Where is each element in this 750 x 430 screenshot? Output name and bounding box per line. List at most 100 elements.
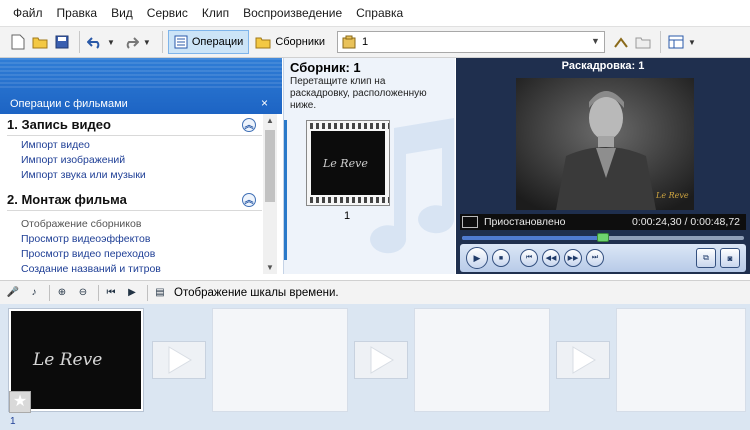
audio-levels-icon[interactable]: ♪ — [25, 284, 43, 302]
collection-description: Перетащите клип на раскадровку, располож… — [290, 76, 427, 111]
svg-text:Le Reve: Le Reve — [32, 350, 102, 370]
film-holes — [307, 197, 389, 203]
undo-icon[interactable] — [85, 32, 105, 52]
redo-icon[interactable] — [121, 32, 141, 52]
timeline-view-icon[interactable]: ▤ — [151, 284, 169, 302]
show-collections-link[interactable]: Отображение сборников — [7, 217, 262, 232]
import-audio-link[interactable]: Импорт звука или музыки — [7, 168, 262, 183]
close-icon[interactable]: × — [261, 96, 268, 110]
save-project-icon[interactable] — [52, 32, 72, 52]
storyboard-empty-slot[interactable] — [616, 308, 746, 412]
play-storyboard-icon[interactable]: ▶ — [123, 284, 141, 302]
storyboard-empty-slot[interactable] — [414, 308, 550, 412]
video-frame: Le Reve — [516, 78, 694, 210]
zoom-out-icon[interactable]: ⊖ — [74, 284, 92, 302]
seek-bar[interactable] — [462, 233, 744, 242]
seek-handle[interactable] — [597, 233, 609, 242]
menu-edit[interactable]: Правка — [50, 6, 105, 20]
play-button[interactable]: ▶ — [466, 247, 488, 269]
movie-tasks-pane: Операции с фильмами × 1. Запись видео ︽ … — [0, 58, 282, 274]
view-mode-icon[interactable] — [666, 32, 686, 52]
folder-icon — [255, 37, 271, 48]
playback-status: Приостановлено — [484, 216, 566, 228]
rewind-button[interactable]: ◀◀ — [542, 249, 560, 267]
transition-slot[interactable] — [354, 341, 408, 379]
collections-button[interactable]: Сборники — [249, 30, 331, 54]
selection-bar — [284, 120, 287, 260]
open-project-icon[interactable] — [30, 32, 50, 52]
film-holes — [307, 123, 389, 129]
clip-index: 1 — [10, 416, 16, 427]
scroll-down-icon[interactable]: ▼ — [266, 263, 274, 272]
view-mode-dropdown-icon[interactable]: ▼ — [688, 38, 696, 47]
stop-button[interactable]: ■ — [492, 249, 510, 267]
edit-movie-section: 2. Монтаж фильма ︽ Отображение сборников… — [0, 189, 262, 274]
split-clip-button[interactable]: ⧉ — [696, 248, 716, 268]
menu-file[interactable]: Файл — [6, 6, 50, 20]
clip-thumbnail[interactable]: Le Reve — [306, 120, 390, 206]
import-video-link[interactable]: Импорт видео — [7, 138, 262, 153]
operations-button[interactable]: Операции — [167, 30, 250, 54]
section-header[interactable]: 1. Запись видео ︽ — [7, 114, 262, 136]
scrollbar-thumb[interactable] — [265, 130, 275, 202]
previous-frame-button[interactable]: ⏮ — [520, 249, 538, 267]
new-collection-icon[interactable] — [633, 32, 653, 52]
transition-slot[interactable] — [556, 341, 610, 379]
collection-select-value: 1 — [361, 36, 369, 48]
storyboard-clip[interactable]: Le Reve ★ — [8, 308, 144, 413]
task-pane-scrollbar[interactable]: ▲ ▼ — [263, 114, 277, 274]
view-effects-link[interactable]: Просмотр видеоэффектов — [7, 232, 262, 247]
toolbar-separator — [79, 31, 80, 53]
playback-time: 0:00:24,30 / 0:00:48,72 — [631, 216, 740, 228]
section-header[interactable]: 2. Монтаж фильма ︽ — [7, 189, 262, 211]
zoom-in-icon[interactable]: ⊕ — [53, 284, 71, 302]
redo-dropdown-icon[interactable]: ▼ — [143, 38, 151, 47]
task-pane-header: Операции с фильмами × — [0, 58, 282, 114]
undo-dropdown-icon[interactable]: ▼ — [107, 38, 115, 47]
video-effect-star-icon[interactable]: ★ — [9, 391, 31, 413]
collapse-icon[interactable]: ︽ — [242, 118, 256, 132]
import-pictures-link[interactable]: Импорт изображений — [7, 153, 262, 168]
toolbar-separator — [49, 284, 50, 301]
menu-view[interactable]: Вид — [104, 6, 140, 20]
transition-arrow-icon — [370, 346, 394, 374]
seek-progress — [462, 236, 603, 240]
storyboard: Le Reve ★ 1 — [0, 304, 750, 430]
collections-label: Сборники — [275, 36, 325, 48]
toolbar-separator — [659, 31, 661, 53]
watermark-text: Le Reve — [655, 191, 689, 200]
clip-frame: Le Reve — [311, 131, 385, 195]
show-timeline-label[interactable]: Отображение шкалы времени. — [174, 287, 339, 299]
snapshot-button[interactable]: ◙ — [720, 248, 740, 268]
collection-select[interactable]: 1 ▼ — [336, 31, 605, 53]
task-pane-title: Операции с фильмами — [10, 98, 128, 110]
menu-clip[interactable]: Клип — [195, 6, 236, 20]
playback-status-bar: Приостановлено 0:00:24,30 / 0:00:48,72 — [460, 214, 746, 230]
scroll-up-icon[interactable]: ▲ — [266, 116, 274, 125]
transition-slot[interactable] — [152, 341, 206, 379]
collection-up-icon[interactable] — [611, 32, 631, 52]
make-titles-link[interactable]: Создание названий и титров — [7, 262, 262, 274]
new-project-icon[interactable] — [8, 32, 28, 52]
view-transitions-link[interactable]: Просмотр видео переходов — [7, 247, 262, 262]
task-pane-content: 1. Запись видео ︽ Импорт видео Импорт из… — [0, 114, 262, 274]
menu-help[interactable]: Справка — [349, 6, 410, 20]
toolbar-separator — [98, 284, 99, 301]
fullscreen-icon[interactable] — [462, 216, 478, 228]
preview-monitor: Раскадровка: 1 Le Reve Приостановлено 0:… — [456, 58, 750, 274]
transition-arrow-icon — [168, 346, 192, 374]
rewind-storyboard-icon[interactable]: ⏮ — [102, 284, 120, 302]
menu-tools[interactable]: Сервис — [140, 6, 195, 20]
playback-controls: ▶ ■ ⏮ ◀◀ ▶▶ ⏭ ⧉ ◙ — [460, 244, 746, 272]
next-frame-button[interactable]: ⏭ — [586, 249, 604, 267]
narrate-icon[interactable]: 🎤 — [4, 284, 22, 302]
storyboard-empty-slot[interactable] — [212, 308, 348, 412]
forward-button[interactable]: ▶▶ — [564, 249, 582, 267]
operations-icon — [174, 35, 188, 49]
toolbar-separator — [147, 284, 148, 301]
video-preview: Le Reve — [516, 78, 694, 210]
monitor-title: Раскадровка: 1 — [561, 60, 645, 72]
collapse-icon[interactable]: ︽ — [242, 193, 256, 207]
section-title: 2. Монтаж фильма — [7, 192, 127, 207]
menu-playback[interactable]: Воспроизведение — [236, 6, 349, 20]
